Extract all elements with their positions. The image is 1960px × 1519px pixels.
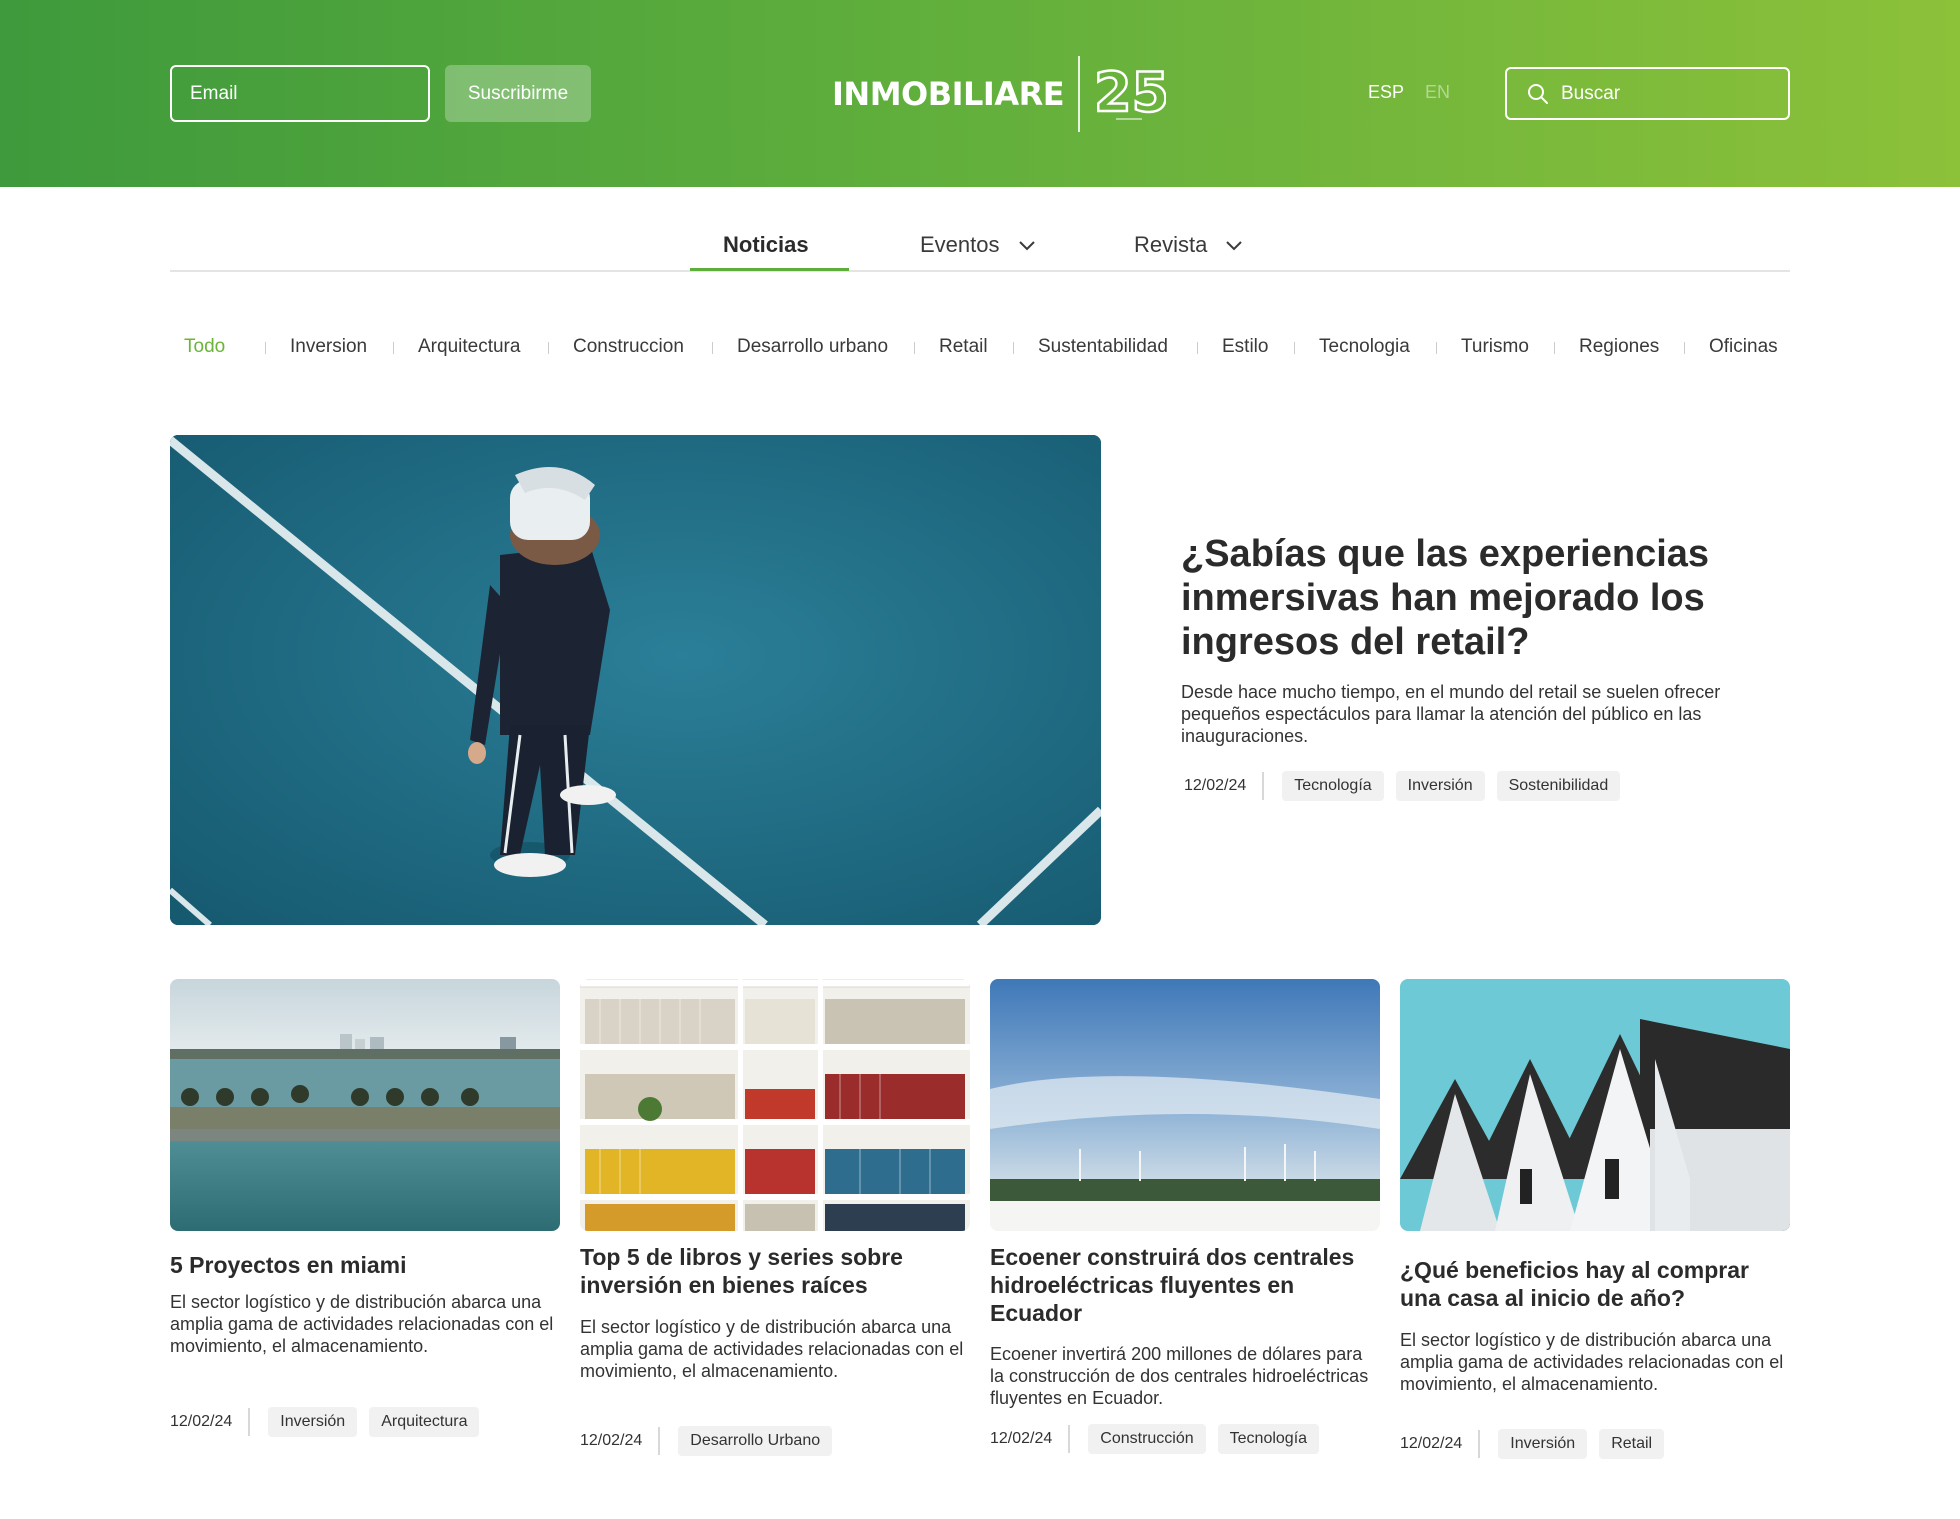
- logo-divider: [1078, 56, 1081, 132]
- category-desarrollo-urbano[interactable]: Desarrollo urbano: [737, 336, 888, 358]
- category-separator: [1684, 342, 1685, 354]
- article-excerpt: El sector logístico y de distribución ab…: [1400, 1330, 1784, 1394]
- category-todo[interactable]: Todo: [184, 336, 225, 358]
- lang-en-link[interactable]: EN: [1425, 82, 1450, 103]
- houses-rooftops-illustration: [1400, 979, 1790, 1231]
- bookshelf-illustration: [580, 979, 970, 1231]
- category-inversion[interactable]: Inversion: [290, 336, 367, 358]
- article-image-miami[interactable]: [170, 979, 560, 1231]
- subscribe-button[interactable]: Suscribirme: [445, 65, 591, 122]
- tag-tecnologia[interactable]: Tecnología: [1217, 1424, 1320, 1454]
- category-sustentabilidad[interactable]: Sustentabilidad: [1038, 336, 1168, 358]
- category-separator: [1197, 342, 1198, 354]
- chevron-down-icon: [1226, 241, 1243, 251]
- article-date: 12/02/24: [580, 1427, 661, 1455]
- search-icon: [1528, 83, 1548, 104]
- category-arquitectura[interactable]: Arquitectura: [418, 336, 520, 358]
- category-regiones[interactable]: Regiones: [1579, 336, 1659, 358]
- article-title[interactable]: ¿Qué beneficios hay al comprar una casa …: [1400, 1256, 1790, 1312]
- category-separator: [712, 342, 713, 354]
- category-tecnologia[interactable]: Tecnologia: [1319, 336, 1410, 358]
- article-title[interactable]: 5 Proyectos en miami: [170, 1251, 560, 1279]
- svg-text:25: 25: [1094, 61, 1166, 124]
- tag-inversion[interactable]: Inversión: [268, 1407, 358, 1437]
- category-construccion[interactable]: Construccion: [573, 336, 684, 358]
- category-separator: [914, 342, 915, 354]
- featured-article-title[interactable]: ¿Sabías que las experiencias inmersivas …: [1181, 532, 1741, 664]
- article-excerpt: El sector logístico y de distribución ab…: [170, 1292, 554, 1356]
- article-excerpt: El sector logístico y de distribución ab…: [580, 1317, 964, 1381]
- tag-retail[interactable]: Retail: [1599, 1429, 1665, 1459]
- search-input[interactable]: [1561, 82, 1761, 105]
- category-separator: [393, 342, 394, 354]
- logo-wordmark: INMOBILIARE: [832, 75, 1065, 113]
- category-separator: [1013, 342, 1014, 354]
- article-image-wind-turbines[interactable]: [990, 979, 1380, 1231]
- vr-headset-person-illustration: [170, 435, 1101, 925]
- category-separator: [1554, 342, 1555, 354]
- featured-article-meta: 12/02/24 Tecnología Inversión Sostenibil…: [1184, 770, 1632, 802]
- anniversary-25-icon: 25: [1094, 60, 1166, 126]
- article-date: 12/02/24: [170, 1408, 251, 1436]
- article-title[interactable]: Top 5 de libros y series sobre inversión…: [580, 1243, 970, 1299]
- tag-construccion[interactable]: Construcción: [1088, 1424, 1206, 1454]
- article-meta: 12/02/24 Construcción Tecnología: [990, 1423, 1331, 1455]
- tag-arquitectura[interactable]: Arquitectura: [369, 1407, 480, 1437]
- site-logo[interactable]: INMOBILIARE 25: [832, 55, 1166, 133]
- tag-tecnologia[interactable]: Tecnología: [1282, 771, 1384, 801]
- tab-label: Revista: [1134, 232, 1208, 257]
- category-estilo[interactable]: Estilo: [1222, 336, 1268, 358]
- search-box[interactable]: [1505, 67, 1790, 120]
- category-turismo[interactable]: Turismo: [1461, 336, 1529, 358]
- tab-noticias[interactable]: Noticias: [723, 232, 809, 258]
- article-meta: 12/02/24 Desarrollo Urbano: [580, 1425, 844, 1457]
- tag-desarrollo-urbano[interactable]: Desarrollo Urbano: [678, 1426, 833, 1456]
- category-retail[interactable]: Retail: [939, 336, 988, 358]
- article-meta: 12/02/24 Inversión Retail: [1400, 1428, 1676, 1460]
- wind-turbines-illustration: [990, 979, 1380, 1231]
- article-date: 12/02/24: [990, 1425, 1071, 1453]
- article-meta: 12/02/24 Inversión Arquitectura: [170, 1406, 491, 1438]
- tag-inversion[interactable]: Inversión: [1395, 771, 1485, 801]
- lang-esp-link[interactable]: ESP: [1368, 82, 1404, 103]
- tab-eventos[interactable]: Eventos: [920, 232, 1036, 258]
- tag-inversion[interactable]: Inversión: [1498, 1429, 1588, 1459]
- article-title[interactable]: Ecoener construirá dos centrales hidroel…: [990, 1243, 1380, 1327]
- article-excerpt: Ecoener invertirá 200 millones de dólare…: [990, 1344, 1369, 1408]
- tag-sostenibilidad[interactable]: Sostenibilidad: [1496, 771, 1621, 801]
- chevron-down-icon: [1018, 241, 1035, 251]
- site-header: Suscribirme INMOBILIARE 25 ESP EN: [0, 0, 1960, 187]
- miami-waterfront-illustration: [170, 979, 560, 1231]
- category-separator: [265, 342, 266, 354]
- main-nav: Noticias Eventos Revista: [170, 222, 1790, 272]
- category-separator: [1436, 342, 1437, 354]
- tab-revista[interactable]: Revista: [1134, 232, 1243, 258]
- category-separator: [1294, 342, 1295, 354]
- tab-label: Eventos: [920, 232, 1000, 257]
- tab-label: Noticias: [723, 232, 809, 257]
- featured-article-excerpt: Desde hace mucho tiempo, en el mundo del…: [1181, 682, 1721, 746]
- article-image-houses[interactable]: [1400, 979, 1790, 1231]
- article-image-books[interactable]: [580, 979, 970, 1231]
- featured-article-image[interactable]: [170, 435, 1101, 925]
- category-oficinas[interactable]: Oficinas: [1709, 336, 1778, 358]
- article-date: 12/02/24: [1184, 772, 1265, 800]
- category-separator: [548, 342, 549, 354]
- article-date: 12/02/24: [1400, 1430, 1481, 1458]
- email-input[interactable]: [170, 65, 430, 122]
- active-tab-underline: [690, 268, 849, 271]
